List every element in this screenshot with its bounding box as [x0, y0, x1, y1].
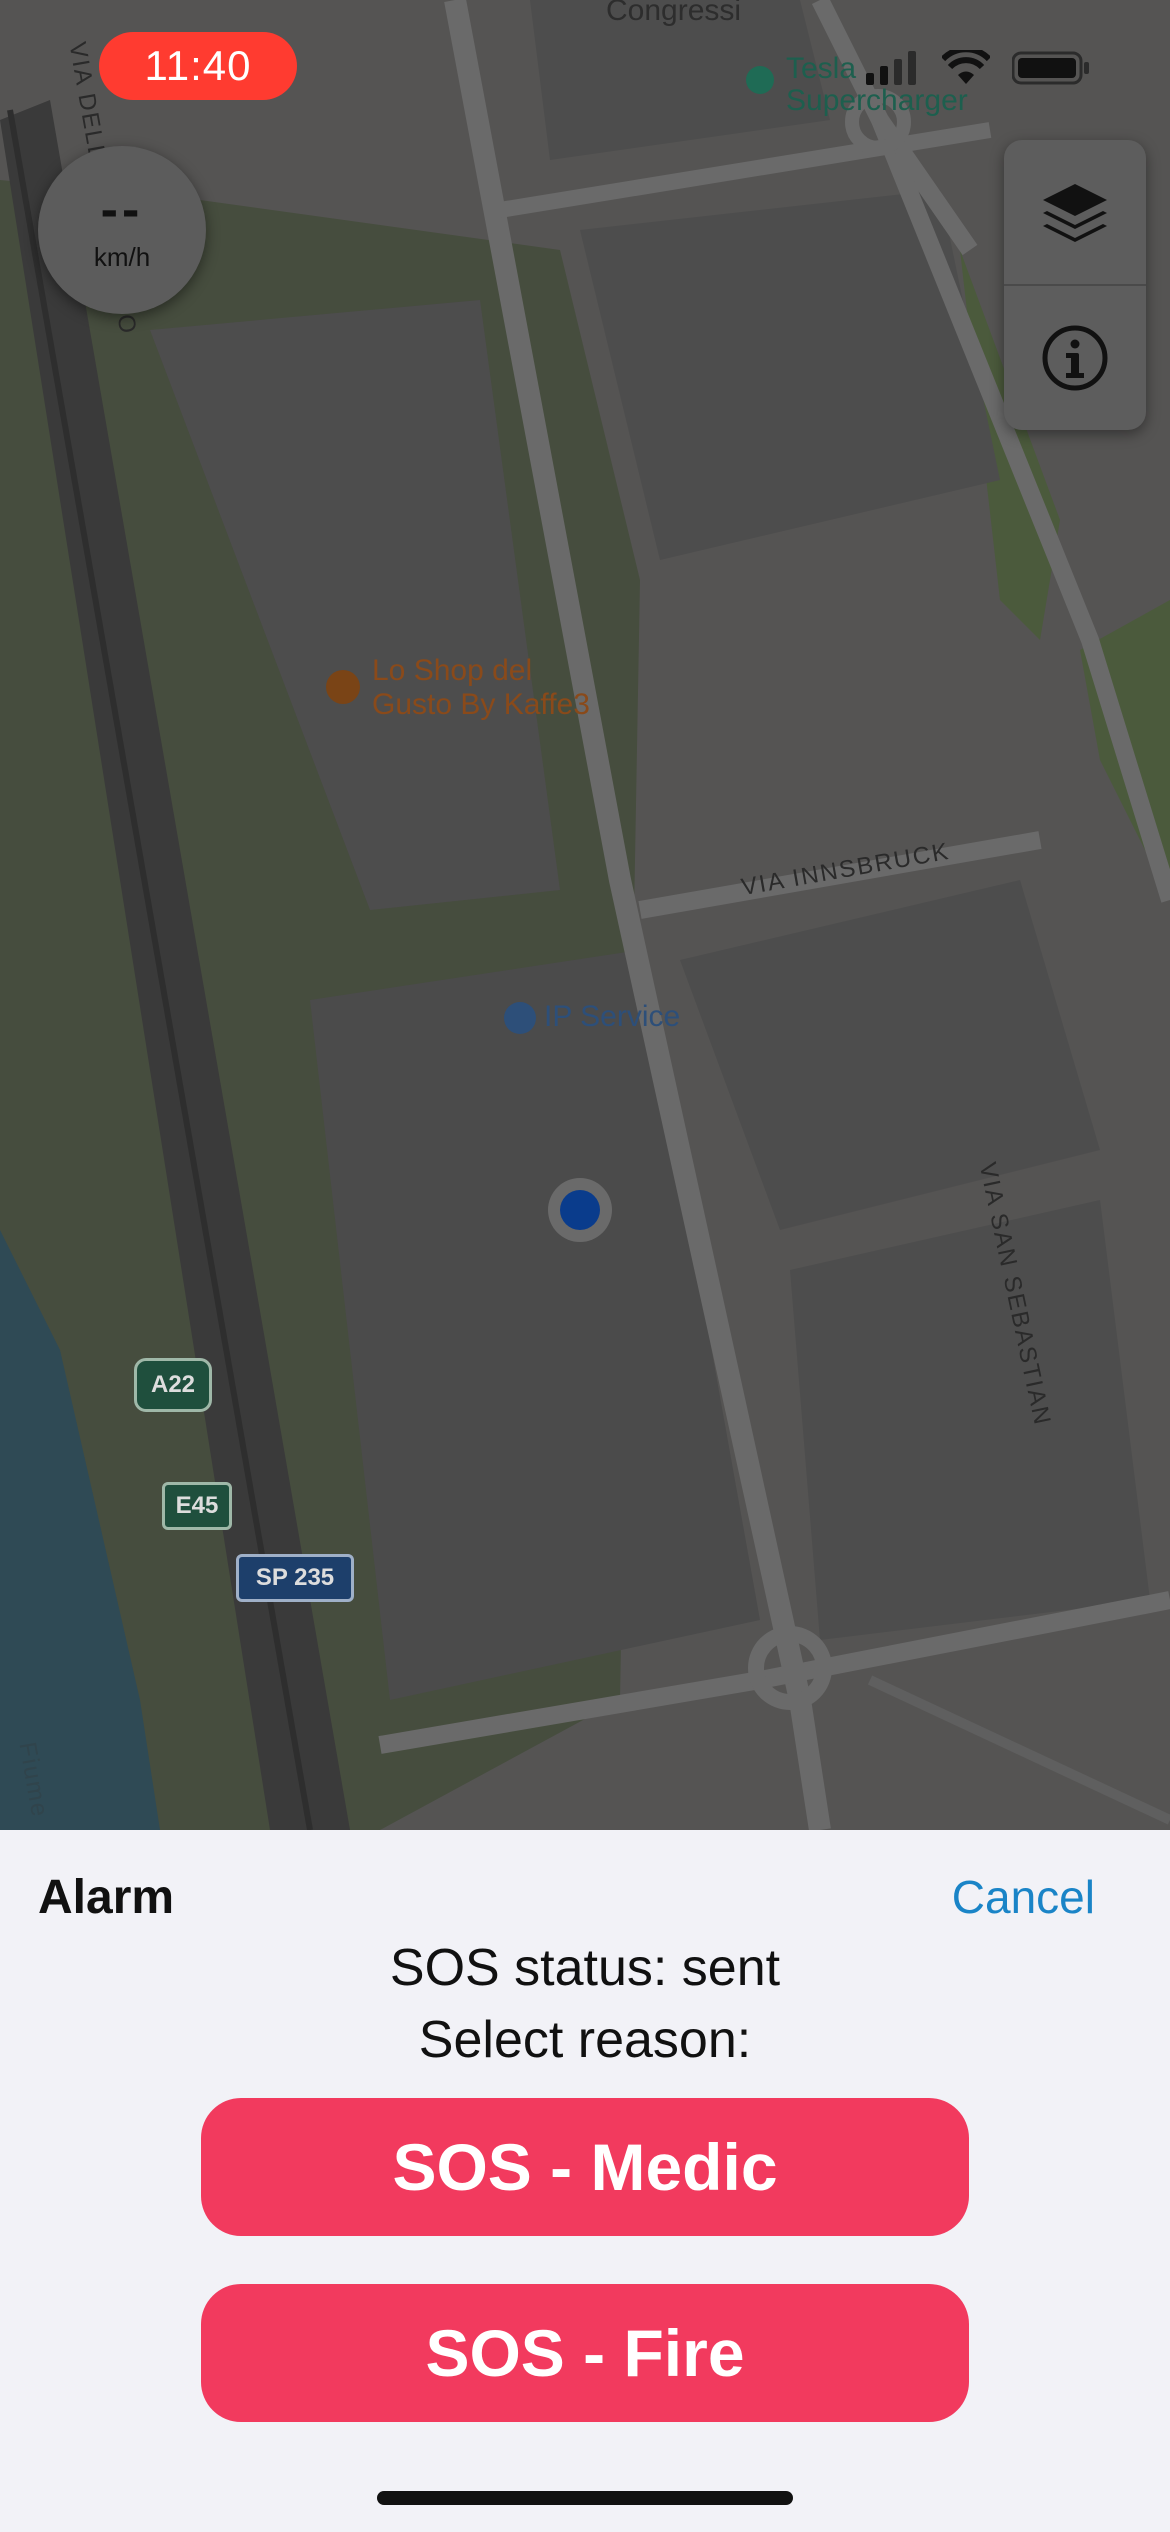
speed-unit: km/h	[93, 241, 151, 272]
road-shield-sp235: SP 235	[236, 1554, 354, 1602]
home-indicator[interactable]	[377, 2491, 793, 2505]
select-reason-text: Select reason:	[418, 2011, 752, 2069]
map-label-ip-service: IP Service	[544, 1000, 681, 1033]
map-label-shop-line1: Lo Shop del	[372, 654, 533, 687]
sheet-title: Alarm	[38, 1871, 175, 1924]
map-label-shop-line2: Gusto By Kaffe3	[372, 688, 590, 721]
cancel-button[interactable]: Cancel	[952, 1870, 1095, 1924]
map-label-congress: Congressi	[606, 0, 742, 27]
highway-shield-e45: E45	[162, 1482, 232, 1530]
status-time-pill: 11:40	[99, 32, 297, 100]
cellular-signal-icon	[866, 51, 916, 85]
user-location-dot	[548, 1178, 612, 1242]
layers-icon	[1043, 184, 1107, 242]
cafe-icon	[326, 670, 360, 704]
speed-value: --	[100, 180, 144, 239]
speedometer: -- km/h	[38, 146, 206, 314]
battery-icon	[1012, 51, 1089, 85]
wifi-icon	[942, 50, 990, 84]
map-layers-button[interactable]	[1004, 140, 1146, 284]
supercharger-icon	[746, 66, 774, 94]
sos-fire-button[interactable]: SOS - Fire	[201, 2284, 969, 2422]
map-label-tesla: Tesla	[786, 52, 857, 85]
alarm-sheet: Alarm Cancel SOS status: sent Select rea…	[0, 1830, 1170, 2532]
sos-status-text: SOS status: sent	[389, 1939, 781, 1997]
map-info-button[interactable]	[1004, 286, 1146, 430]
map-label-supercharger: Supercharger	[786, 84, 968, 117]
fuel-station-icon	[504, 1002, 536, 1034]
info-icon	[1042, 325, 1108, 391]
sos-medic-button[interactable]: SOS - Medic	[201, 2098, 969, 2236]
highway-shield-a22: A22	[134, 1358, 212, 1412]
status-icons	[866, 50, 1092, 86]
map-controls	[1004, 140, 1146, 430]
